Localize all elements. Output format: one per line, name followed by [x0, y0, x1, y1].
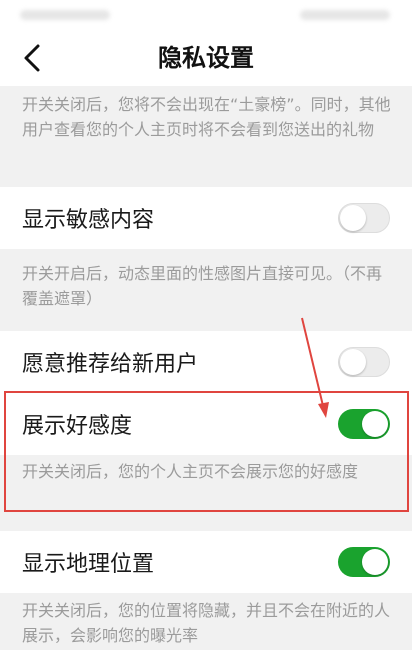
- chevron-left-icon: [24, 44, 40, 72]
- setting-row-show-affinity[interactable]: 展示好感度: [0, 393, 412, 455]
- setting-row-sensitive-content[interactable]: 显示敏感内容: [0, 187, 412, 249]
- setting-row-show-location[interactable]: 显示地理位置: [0, 531, 412, 593]
- page-title: 隐私设置: [158, 44, 254, 72]
- nav-bar: 隐私设置: [0, 30, 412, 86]
- show-location-toggle[interactable]: [338, 547, 390, 577]
- recommend-new-users-toggle[interactable]: [338, 347, 390, 377]
- back-button[interactable]: [14, 40, 50, 76]
- setting-row-recommend-new-users[interactable]: 愿意推荐给新用户: [0, 331, 412, 393]
- toggle-knob: [362, 549, 388, 575]
- sensitive-content-description: 开关开启后，动态里面的性感图片直接可见。（不再覆盖遮罩）: [22, 264, 383, 308]
- sensitive-content-toggle[interactable]: [338, 203, 390, 233]
- status-bar: [0, 0, 412, 30]
- status-bar-blur: [300, 10, 390, 20]
- show-affinity-description: 开关关闭后，您的个人主页不会展示您的好感度: [22, 462, 359, 481]
- show-affinity-toggle[interactable]: [338, 409, 390, 439]
- toggle-knob: [340, 349, 366, 375]
- setting-label: 愿意推荐给新用户: [22, 352, 199, 377]
- toggle-knob: [362, 411, 388, 437]
- toggle-knob: [340, 205, 366, 231]
- rich-list-description: 开关关闭后，您将不会出现在“土豪榜”。同时，其他用户查看您的个人主页时将不会看到…: [22, 95, 391, 139]
- setting-label: 显示敏感内容: [22, 208, 155, 233]
- setting-label: 显示地理位置: [22, 552, 155, 577]
- status-bar-blur: [20, 10, 110, 20]
- show-location-description: 开关关闭后，您的位置将隐藏，并且不会在附近的人展示，会影响您的曝光率: [22, 601, 391, 645]
- setting-label: 展示好感度: [22, 414, 133, 439]
